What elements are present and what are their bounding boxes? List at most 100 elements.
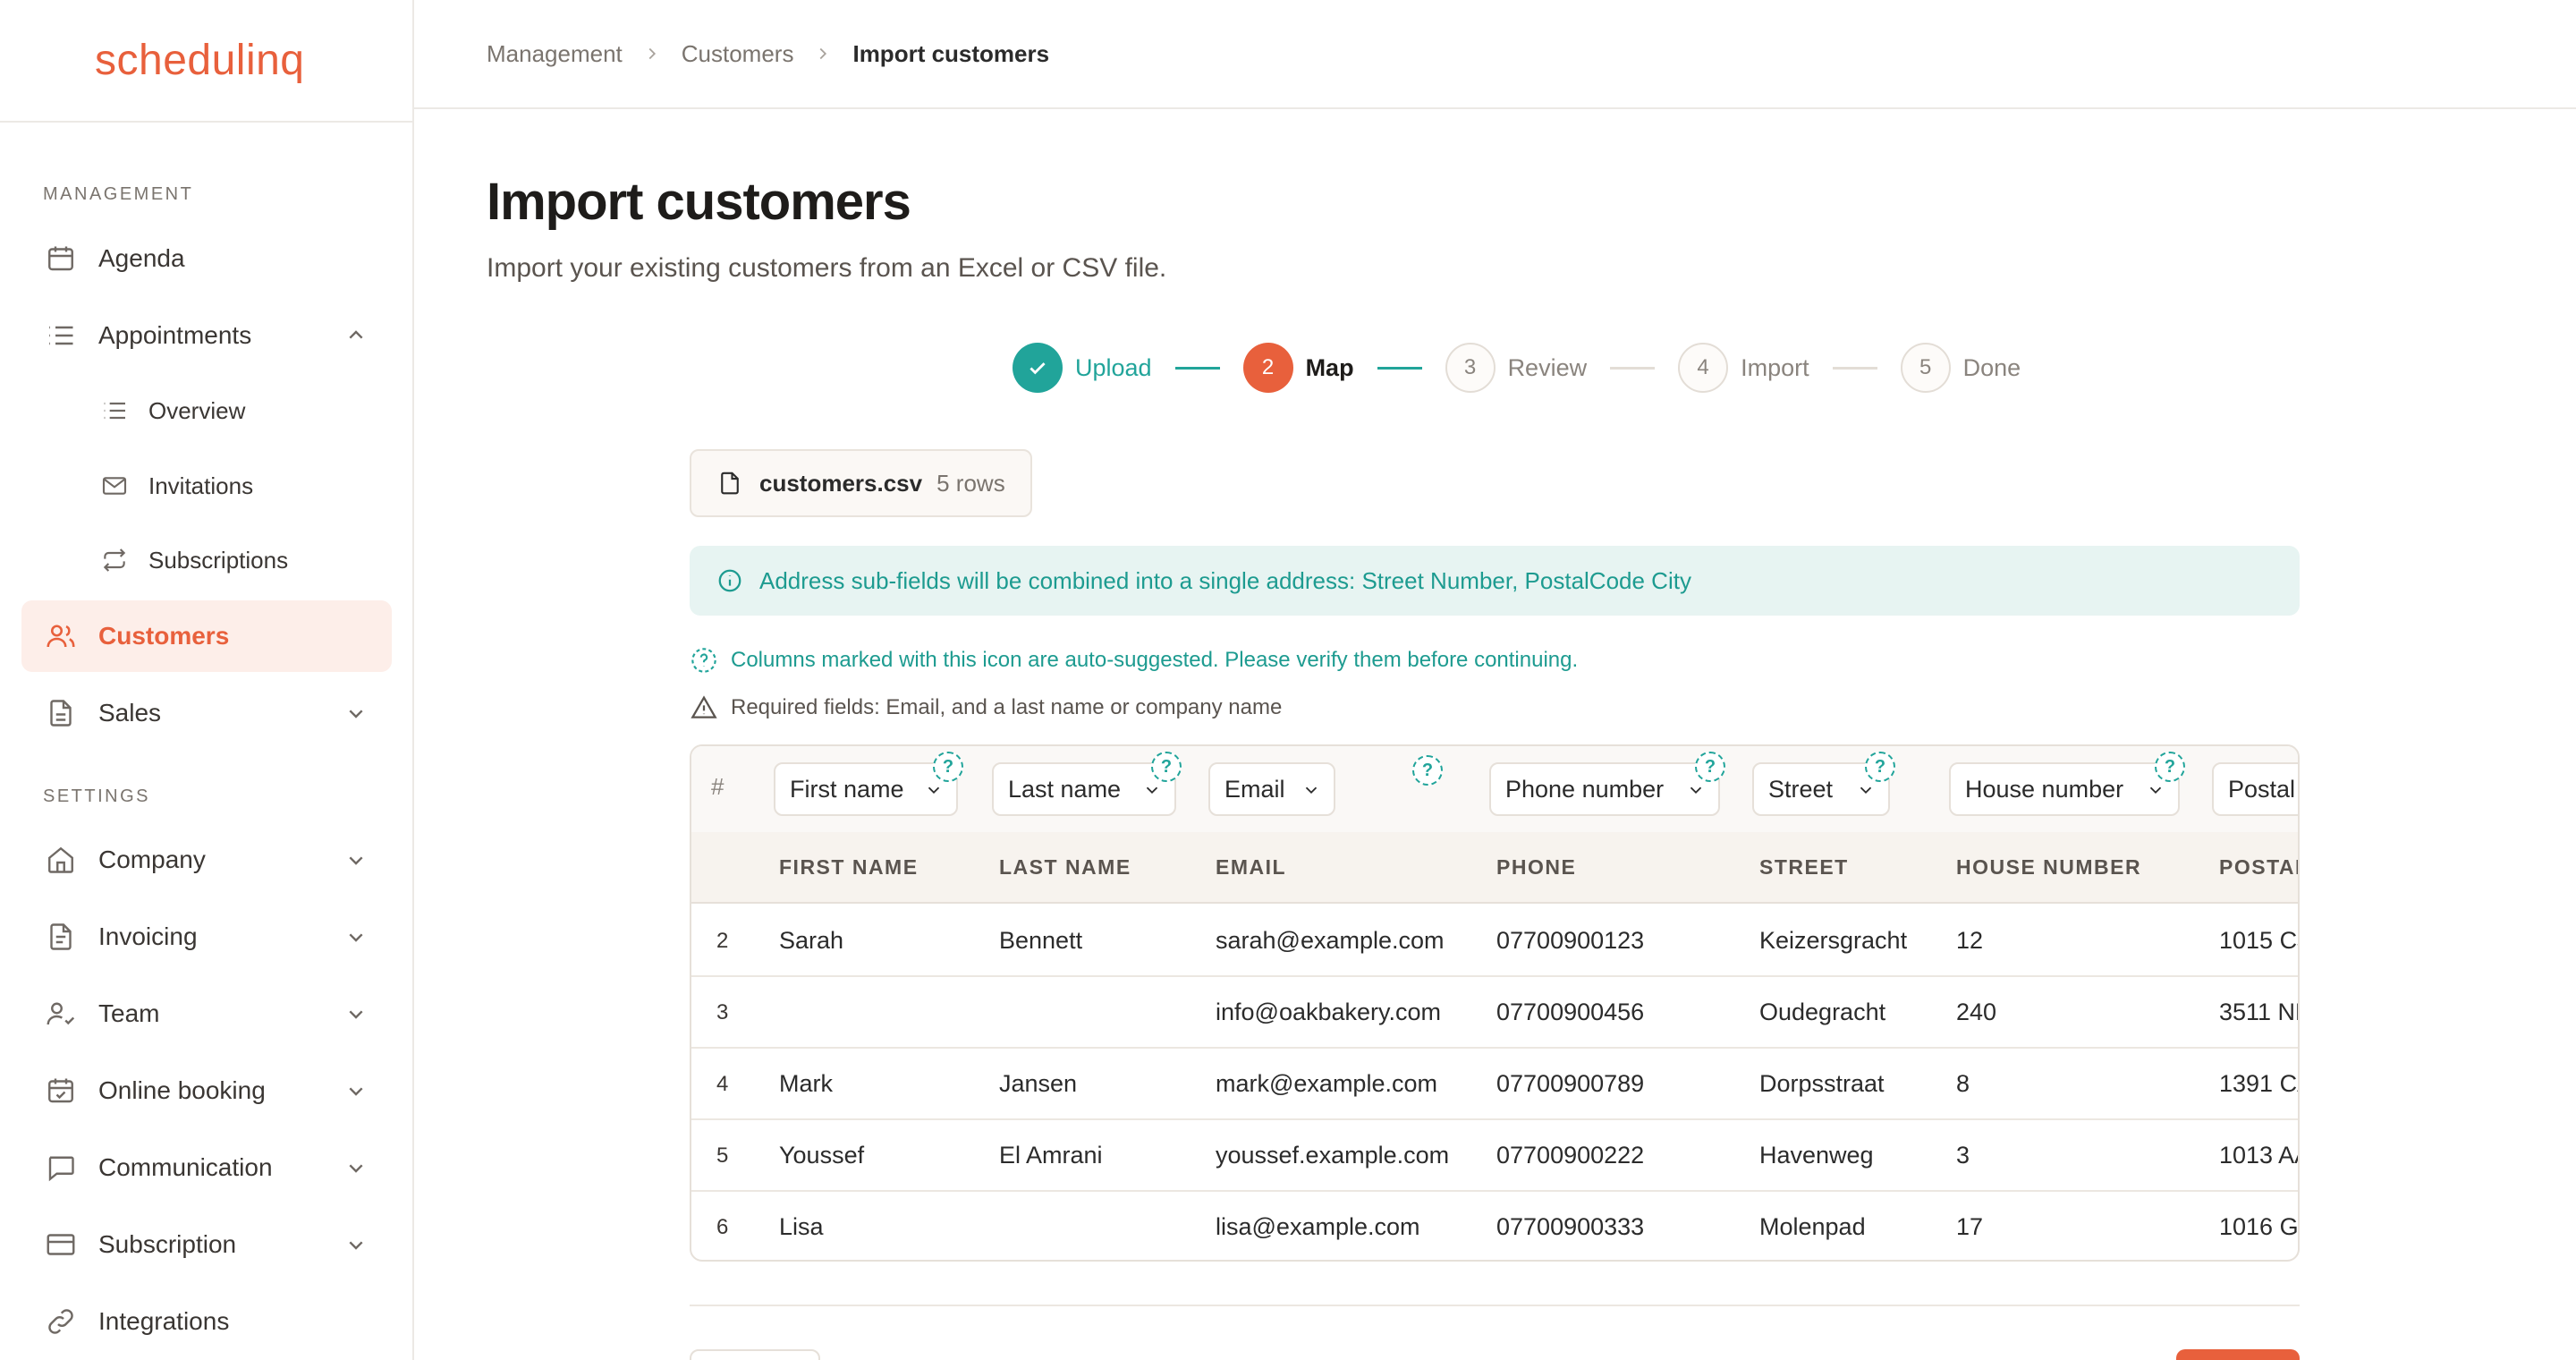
- list-icon: [97, 393, 132, 429]
- column-header-street: STREET: [1759, 855, 1849, 879]
- sidebar-item-label: Subscriptions: [148, 546, 289, 574]
- breadcrumb-customers[interactable]: Customers: [682, 40, 794, 68]
- chevron-down-icon: [1860, 786, 1872, 795]
- sidebar-item-label: Invoicing: [98, 922, 198, 950]
- logo[interactable]: schedulinq: [95, 36, 305, 85]
- cell-house-number: 17: [1956, 1213, 1984, 1240]
- invoice-icon: [43, 919, 79, 955]
- back-button[interactable]: [690, 1349, 820, 1360]
- chevron-down-icon[interactable]: [342, 1230, 370, 1259]
- sidebar-item-label: Integrations: [98, 1307, 230, 1335]
- chevron-down-icon[interactable]: [342, 999, 370, 1028]
- card-icon: [43, 1227, 79, 1262]
- chevron-up-icon[interactable]: [342, 321, 370, 350]
- sidebar-item-sales[interactable]: Sales: [21, 677, 392, 749]
- sidebar-item-customers[interactable]: Customers: [21, 600, 392, 672]
- mapping-select-last-name[interactable]: Last name: [992, 762, 1176, 816]
- chevron-down-icon: [1690, 786, 1702, 795]
- mapping-select-value: Postal: [2228, 775, 2296, 803]
- sidebar-item-label: Team: [98, 999, 160, 1027]
- sidebar-item-overview[interactable]: Overview: [75, 375, 392, 446]
- sidebar-item-invoicing[interactable]: Invoicing: [21, 901, 392, 973]
- mapping-select-house-number[interactable]: House number: [1949, 762, 2180, 816]
- chevron-down-icon[interactable]: [342, 699, 370, 727]
- mapping-table: # First name ? Last name ? Email ? Phone…: [690, 744, 2300, 1262]
- sidebar-item-team[interactable]: Team: [21, 978, 392, 1050]
- cell-email: info@oakbakery.com: [1216, 999, 1442, 1025]
- sidebar-item-integrations[interactable]: Integrations: [21, 1286, 392, 1357]
- step-connector: [1610, 366, 1656, 370]
- cell-email: lisa@example.com: [1216, 1213, 1420, 1240]
- file-icon: [721, 472, 739, 495]
- breadcrumb-management[interactable]: Management: [487, 40, 623, 68]
- next-button[interactable]: [2176, 1349, 2300, 1360]
- page-title: Import customers: [487, 173, 911, 231]
- sidebar-item-company[interactable]: Company: [21, 824, 392, 896]
- auto-suggest-note: Columns marked with this icon are auto-s…: [690, 646, 1578, 675]
- cell-postal: 3511 NP: [2219, 999, 2298, 1025]
- link-icon: [43, 1304, 79, 1339]
- sidebar-item-label: Sales: [98, 699, 162, 727]
- step-number: 3: [1445, 343, 1496, 393]
- mapping-select-email[interactable]: Email: [1208, 762, 1335, 816]
- cell-first-name: Youssef: [779, 1142, 865, 1169]
- cell-row-number: 6: [716, 1215, 729, 1239]
- mapping-select-postal[interactable]: Postal: [2212, 762, 2298, 816]
- sidebar-item-subscription[interactable]: Subscription: [21, 1209, 392, 1280]
- document-icon: [43, 695, 79, 731]
- mapping-select-phone[interactable]: Phone number: [1489, 762, 1720, 816]
- cell-row-number: 3: [716, 1000, 729, 1024]
- info-icon: [718, 569, 741, 592]
- chevron-down-icon[interactable]: [342, 922, 370, 951]
- breadcrumb-current: Import customers: [852, 39, 1050, 67]
- cell-postal: 1391 CA: [2219, 1070, 2298, 1097]
- step-import: 4 Import: [1678, 343, 1809, 393]
- column-header-last-name: LAST NAME: [999, 855, 1131, 879]
- chevron-right-icon: [642, 44, 662, 64]
- cell-house-number: 3: [1956, 1142, 1970, 1169]
- mapping-select-value: Last name: [1008, 775, 1122, 803]
- cell-row-number: 4: [716, 1072, 729, 1096]
- cell-street: Oudegracht: [1759, 999, 1886, 1025]
- table-row[interactable]: 3 info@oakbakery.com 07700900456 Oudegracht…: [691, 977, 2298, 1049]
- step-upload[interactable]: Upload: [1013, 343, 1152, 393]
- cell-row-number: 2: [716, 929, 729, 953]
- chevron-down-icon: [1305, 786, 1318, 795]
- chevron-down-icon[interactable]: [342, 1076, 370, 1105]
- chevron-down-icon: [1146, 786, 1158, 795]
- table-row[interactable]: 6 Lisa lisa@example.com 07700900333 Molenpad…: [691, 1192, 2298, 1260]
- mapping-select-value: First name: [790, 775, 904, 803]
- step-label: Import: [1741, 353, 1809, 381]
- step-map[interactable]: 2 Map: [1242, 343, 1354, 393]
- row-number-header: #: [711, 773, 724, 800]
- table-row[interactable]: 4 Mark Jansen mark@example.com 07700900789 Do…: [691, 1049, 2298, 1120]
- step-review: 3 Review: [1445, 343, 1587, 393]
- column-header-first-name: FIRST NAME: [779, 855, 919, 879]
- step-number: 4: [1678, 343, 1729, 393]
- chat-icon: [43, 1150, 79, 1186]
- repeat-icon: [97, 542, 132, 578]
- table-row[interactable]: 2 Sarah Bennett sarah@example.com 0770090012…: [691, 905, 2298, 977]
- info-text: Address sub-fields will be combined into…: [759, 566, 1691, 594]
- sidebar-item-communication[interactable]: Communication: [21, 1132, 392, 1203]
- cell-row-number: 5: [716, 1143, 729, 1168]
- step-number: 5: [1900, 343, 1951, 393]
- sidebar-item-appointments[interactable]: Appointments: [21, 300, 392, 371]
- chevron-down-icon[interactable]: [342, 1153, 370, 1182]
- calendar-icon: [43, 241, 79, 276]
- sidebar-item-online-booking[interactable]: Online booking: [21, 1055, 392, 1126]
- sidebar-item-subscriptions[interactable]: Subscriptions: [75, 524, 392, 596]
- table-row[interactable]: 5 Youssef El Amrani youssef.example.com 0770…: [691, 1120, 2298, 1192]
- step-label: Map: [1305, 353, 1354, 381]
- cell-first-name: Sarah: [779, 927, 844, 954]
- auto-suggest-badge: ?: [2155, 752, 2185, 782]
- sidebar-item-label: Online booking: [98, 1076, 266, 1104]
- check-icon: [1013, 343, 1063, 393]
- mapping-select-first-name[interactable]: First name: [774, 762, 958, 816]
- auto-suggest-badge: ?: [933, 752, 963, 782]
- sidebar-item-invitations[interactable]: Invitations: [75, 450, 392, 522]
- sidebar-item-label: Customers: [98, 622, 230, 650]
- sidebar-item-agenda[interactable]: Agenda: [21, 223, 392, 294]
- chevron-down-icon[interactable]: [342, 846, 370, 874]
- main-content: Management Customers Import customers Im…: [414, 0, 2576, 1360]
